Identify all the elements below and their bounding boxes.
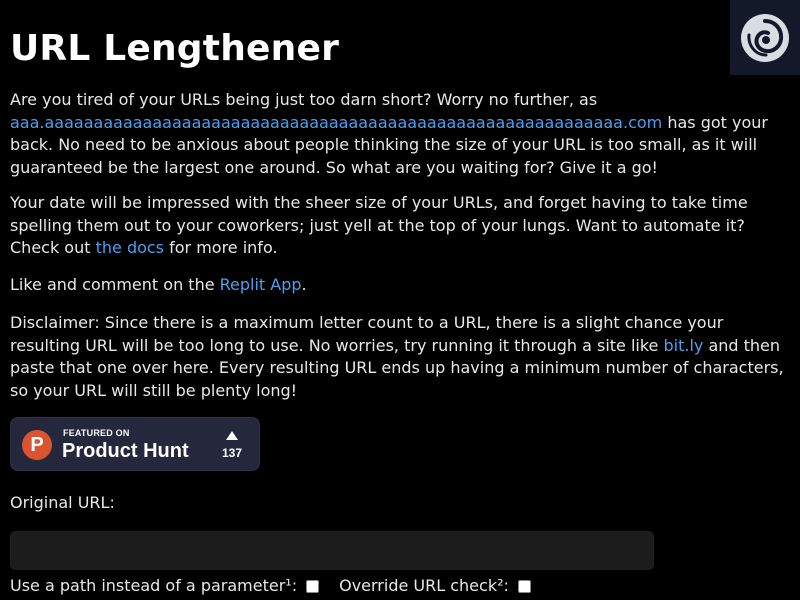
bitly-link[interactable]: bit.ly bbox=[663, 336, 703, 355]
spiral-logo-icon bbox=[741, 13, 789, 62]
featured-on-label: FEATURED ON bbox=[63, 428, 130, 438]
original-url-input[interactable] bbox=[10, 531, 654, 570]
disclaimer-paragraph: Disclaimer: Since there is a maximum let… bbox=[10, 312, 792, 402]
replit-paragraph: Like and comment on the Replit App. bbox=[10, 274, 792, 297]
override-option-label: Override URL check²: bbox=[339, 576, 509, 595]
replit-text-end: . bbox=[301, 275, 307, 294]
domain-link[interactable]: aaa.aaaaaaaaaaaaaaaaaaaaaaaaaaaaaaaaaaaa… bbox=[10, 113, 662, 132]
path-option-label: Use a path instead of a parameter¹: bbox=[10, 576, 298, 595]
page-title: URL Lengthener bbox=[10, 28, 340, 69]
replit-text-start: Like and comment on the bbox=[10, 275, 220, 294]
path-option-checkbox[interactable] bbox=[306, 579, 320, 593]
product-hunt-name: Product Hunt bbox=[62, 440, 189, 462]
disclaimer-text-start: Disclaimer: Since there is a maximum let… bbox=[10, 313, 724, 355]
product-hunt-badge[interactable]: P FEATURED ON Product Hunt 137 bbox=[10, 417, 260, 471]
intro-paragraph: Are you tired of your URLs being just to… bbox=[10, 89, 792, 179]
override-option-checkbox[interactable] bbox=[517, 579, 531, 593]
corner-logo[interactable] bbox=[730, 0, 800, 75]
automation-paragraph: Your date will be impressed with the she… bbox=[10, 192, 792, 260]
options-row: Use a path instead of a parameter¹: Over… bbox=[10, 575, 531, 598]
docs-link[interactable]: the docs bbox=[96, 238, 164, 257]
intro-text-start: Are you tired of your URLs being just to… bbox=[10, 90, 598, 109]
replit-app-link[interactable]: Replit App bbox=[220, 275, 302, 294]
upvote-triangle-icon bbox=[226, 431, 238, 440]
automation-text-end: for more info. bbox=[164, 238, 278, 257]
product-hunt-logo-icon: P bbox=[22, 430, 52, 460]
upvote-count: 137 bbox=[221, 446, 243, 460]
original-url-label: Original URL: bbox=[10, 493, 115, 512]
